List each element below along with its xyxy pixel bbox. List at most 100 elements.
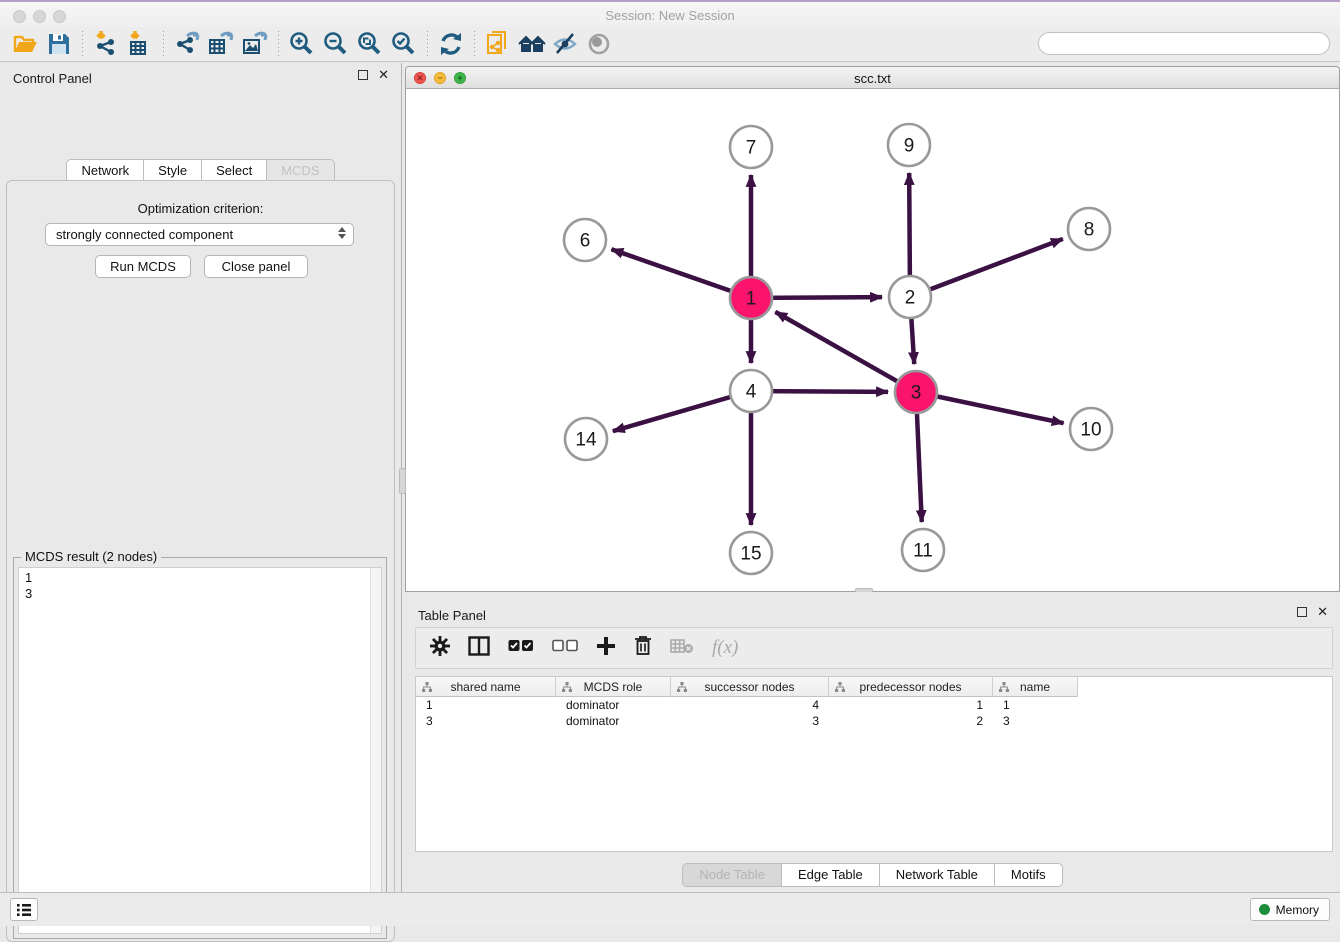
table-row[interactable]: 1dominator411 <box>416 697 1332 713</box>
table-panel-title: Table Panel <box>418 608 486 623</box>
tab-edge-table[interactable]: Edge Table <box>782 863 880 887</box>
apply-layout-icon[interactable] <box>434 29 468 59</box>
float-panel-icon[interactable] <box>358 70 368 80</box>
control-panel: Control Panel ✕ Network Style Select MCD… <box>0 63 402 892</box>
toolbar-separator <box>474 31 475 57</box>
table-cell[interactable]: 3 <box>671 713 829 729</box>
column-header-successor-nodes[interactable]: successor nodes <box>671 677 829 697</box>
zoom-fit-icon[interactable] <box>353 29 387 59</box>
create-column-icon[interactable] <box>596 636 616 661</box>
criterion-select[interactable]: strongly connected component <box>45 223 354 246</box>
table-cell[interactable]: 1 <box>416 697 556 713</box>
main-toolbar <box>0 27 1340 62</box>
deselect-all-columns-icon[interactable] <box>552 639 578 658</box>
tab-network-table[interactable]: Network Table <box>880 863 995 887</box>
tab-node-table[interactable]: Node Table <box>682 863 782 887</box>
result-scrollbar[interactable] <box>370 568 381 933</box>
open-session-icon[interactable] <box>8 29 42 59</box>
zoom-selected-icon[interactable] <box>387 29 421 59</box>
close-panel-button[interactable]: Close panel <box>204 255 308 278</box>
column-header-shared-name[interactable]: shared name <box>416 677 556 697</box>
table-cell[interactable]: 2 <box>829 713 993 729</box>
graph-node-label-4: 4 <box>746 382 757 403</box>
network-view-window: ✕ − + scc.txt 7968124314101511 <box>405 66 1340 592</box>
window-title: Session: New Session <box>0 8 1340 23</box>
clone-network-icon[interactable] <box>481 29 515 59</box>
graph-node-label-15: 15 <box>740 544 761 565</box>
graph-edge-3-10[interactable] <box>916 392 1064 423</box>
toolbar-separator <box>82 31 83 57</box>
memory-label: Memory <box>1276 903 1319 917</box>
mcds-result-text: 1 3 <box>25 570 32 602</box>
mcds-result-title: MCDS result (2 nodes) <box>21 549 161 564</box>
table-panel-header: Table Panel ✕ <box>405 600 1340 628</box>
graph-edge-3-1[interactable] <box>775 312 916 392</box>
network-view-titlebar[interactable]: ✕ − + scc.txt <box>406 67 1339 89</box>
optimization-criterion-label: Optimization criterion: <box>7 201 394 216</box>
import-table-icon[interactable] <box>123 29 157 59</box>
show-hidden-icon[interactable] <box>583 29 617 59</box>
zoom-in-icon[interactable] <box>285 29 319 59</box>
search-input[interactable] <box>1038 32 1330 55</box>
table-row[interactable]: 3dominator323 <box>416 713 1332 729</box>
zoom-out-icon[interactable] <box>319 29 353 59</box>
mcds-result-area[interactable]: 1 3 <box>18 567 382 934</box>
export-network-icon[interactable] <box>170 29 204 59</box>
column-header-name[interactable]: name <box>993 677 1078 697</box>
graph-node-label-14: 14 <box>575 430 597 451</box>
mcds-pane: Optimization criterion: strongly connect… <box>6 180 395 942</box>
task-history-button[interactable] <box>10 898 38 921</box>
table-panel: Table Panel ✕ f(x) shared nameMCDS r <box>405 592 1340 892</box>
table-cell[interactable]: 3 <box>993 713 1078 729</box>
tab-motifs[interactable]: Motifs <box>995 863 1063 887</box>
hide-selected-icon[interactable] <box>549 29 583 59</box>
import-network-icon[interactable] <box>89 29 123 59</box>
control-panel-header: Control Panel ✕ <box>0 63 401 91</box>
column-header-predecessor-nodes[interactable]: predecessor nodes <box>829 677 993 697</box>
network-graph-canvas[interactable]: 7968124314101511 <box>406 89 1339 591</box>
mcds-result-group: MCDS result (2 nodes) 1 3 <box>13 557 387 939</box>
graph-node-label-2: 2 <box>905 288 916 309</box>
float-panel-icon[interactable] <box>1297 607 1307 617</box>
control-panel-title: Control Panel <box>13 71 92 86</box>
column-header-MCDS-role[interactable]: MCDS role <box>556 677 671 697</box>
graph-edge-2-8[interactable] <box>910 239 1063 297</box>
close-panel-icon[interactable]: ✕ <box>378 70 389 80</box>
delete-column-icon[interactable] <box>634 635 652 661</box>
table-panel-tabs: Node Table Edge Table Network Table Moti… <box>405 863 1340 887</box>
table-cell[interactable]: 1 <box>993 697 1078 713</box>
splitter-grip-vertical[interactable] <box>399 468 406 494</box>
toggle-column-panel-icon[interactable] <box>468 636 490 661</box>
memory-status-dot <box>1259 904 1270 915</box>
graph-node-label-8: 8 <box>1084 220 1095 241</box>
table-cell[interactable]: 3 <box>416 713 556 729</box>
table-toolbar: f(x) <box>415 627 1333 669</box>
export-image-icon[interactable] <box>238 29 272 59</box>
table-cell[interactable]: 4 <box>671 697 829 713</box>
graph-node-label-7: 7 <box>746 138 757 159</box>
node-table[interactable]: shared nameMCDS rolesuccessor nodesprede… <box>415 676 1333 852</box>
graph-node-label-10: 10 <box>1080 420 1101 441</box>
close-panel-icon[interactable]: ✕ <box>1317 607 1328 617</box>
table-settings-gear-icon[interactable] <box>430 636 450 661</box>
network-view-title: scc.txt <box>406 71 1339 86</box>
select-chevrons-icon <box>338 227 346 239</box>
graph-node-label-1: 1 <box>746 289 757 310</box>
memory-button[interactable]: Memory <box>1250 898 1330 921</box>
table-body: 1dominator4113dominator323 <box>416 697 1332 729</box>
run-mcds-button[interactable]: Run MCDS <box>95 255 191 278</box>
toolbar-separator <box>278 31 279 57</box>
table-cell[interactable]: dominator <box>556 713 671 729</box>
table-cell[interactable]: 1 <box>829 697 993 713</box>
toolbar-separator <box>427 31 428 57</box>
table-cell[interactable]: dominator <box>556 697 671 713</box>
list-icon <box>16 903 32 917</box>
select-all-columns-icon[interactable] <box>508 639 534 658</box>
home-networks-icon[interactable] <box>515 29 549 59</box>
graph-node-label-9: 9 <box>904 136 915 157</box>
export-table-icon[interactable] <box>204 29 238 59</box>
graph-node-label-6: 6 <box>580 231 591 252</box>
save-session-icon[interactable] <box>42 29 76 59</box>
table-header-row: shared nameMCDS rolesuccessor nodesprede… <box>416 677 1332 697</box>
status-bar: Memory <box>0 892 1340 926</box>
